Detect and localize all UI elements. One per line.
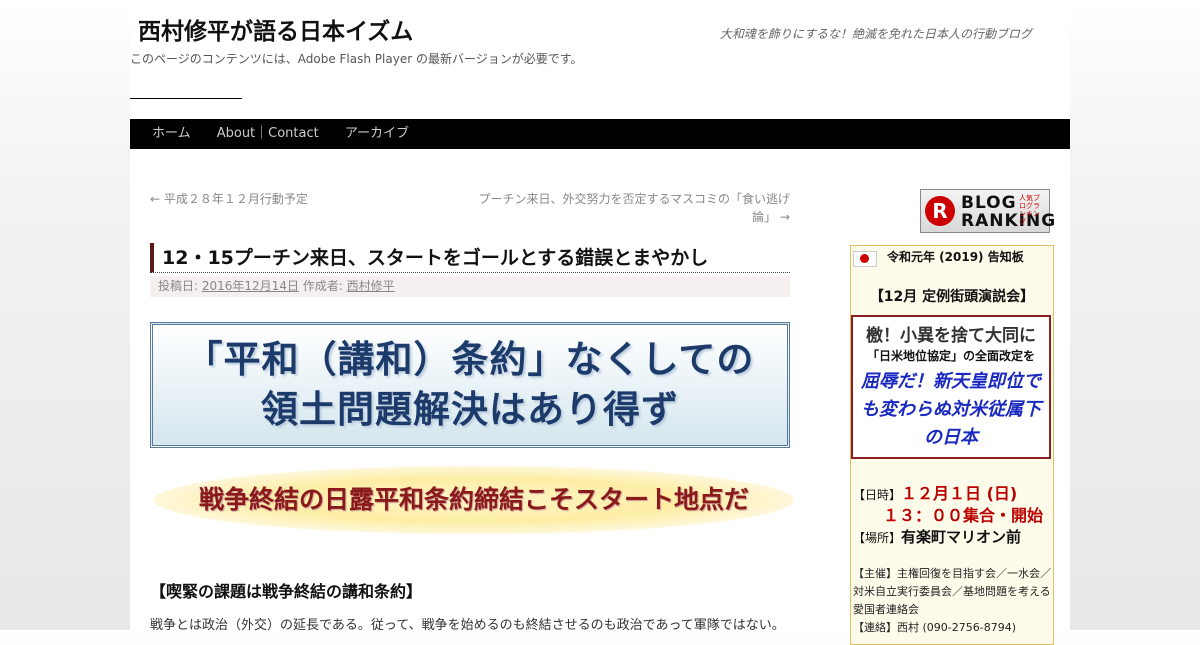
organizer-text: 【主催】主権回復を目指す会／一水会／対米自立実行委員会／基地問題を考える愛国者連… bbox=[853, 567, 1051, 616]
author-label: 作成者: bbox=[302, 279, 343, 293]
flash-player-notice: このページのコンテンツには、Adobe Flash Player の最新バージョ… bbox=[130, 52, 583, 66]
site-title[interactable]: 西村修平が語る日本イズム bbox=[138, 12, 413, 46]
ranking-logo-icon: R bbox=[925, 196, 955, 226]
slogan-line1: 檄！小異を捨て大同に bbox=[866, 326, 1036, 346]
prev-post-link[interactable]: ← 平成２８年１２月行動予定 bbox=[150, 190, 308, 207]
next-post-link[interactable]: プーチン来日、外交努力を否定するマスコミの「食い逃げ 論」 → bbox=[470, 190, 790, 226]
section-heading: 【喫緊の課題は戦争終結の講和条約】 bbox=[150, 582, 423, 601]
event-heading: 【12月 定例街頭演説会】 bbox=[869, 289, 1035, 305]
event-place-row: 【場所】有楽町マリオン前 bbox=[853, 526, 1021, 547]
nav-item-home[interactable]: ホーム bbox=[152, 119, 191, 148]
subheadline-banner: 戦争終結の日露平和条約締結こそスタート地点だ bbox=[154, 466, 794, 534]
contact-text: 【連絡】西村 (090-2756-8794) bbox=[853, 621, 1017, 634]
japan-flag-icon bbox=[853, 251, 877, 267]
event-time-row: １３：００集合・開始 bbox=[883, 502, 1043, 526]
header-divider bbox=[130, 98, 242, 99]
site-tagline: 大和魂を飾りにするな！絶滅を免れた日本人の行動ブログ bbox=[719, 27, 1032, 41]
notice-board-widget: 令和元年 (2019) 告知板 【12月 定例街頭演説会】 檄！小異を捨て大同に… bbox=[850, 245, 1054, 645]
headline-banner-line2: 領土問題解決はあり得ず bbox=[261, 388, 679, 431]
posted-label: 投稿日: bbox=[158, 279, 199, 293]
main-nav: ホーム About｜Contact アーカイブ bbox=[130, 119, 1070, 149]
slogan-line3: 屈辱だ！新天皇即位でも変わらぬ対米従属下の日本 bbox=[861, 371, 1041, 448]
post-meta: 投稿日: 2016年12月14日 作成者: 西村修平 bbox=[150, 276, 790, 297]
headline-banner-line1: 「平和（講和）条約」なくしての bbox=[185, 338, 755, 381]
nav-item-about-contact[interactable]: About｜Contact bbox=[217, 119, 319, 148]
blog-ranking-banner[interactable]: R BLOG RANKING 人気ブログランキング bbox=[920, 189, 1055, 233]
time-value: １３：００集合・開始 bbox=[883, 506, 1044, 525]
ranking-small-text: 人気ブログランキング bbox=[1019, 194, 1040, 226]
nav-item-archive[interactable]: アーカイブ bbox=[345, 119, 409, 148]
next-post-line2: 論」 → bbox=[752, 210, 790, 224]
event-organizer: 【主催】主権回復を目指す会／一水会／対米自立実行委員会／基地問題を考える愛国者連… bbox=[853, 565, 1053, 637]
event-date-row: 【日時】１２月１日 (日) bbox=[853, 480, 1017, 504]
next-post-line1: プーチン来日、外交努力を否定するマスコミの「食い逃げ bbox=[478, 192, 790, 206]
post-title: 12・15プーチン来日、スタートをゴールとする錯誤とまやかし bbox=[150, 243, 790, 273]
post-body-text: 戦争とは政治（外交）の延長である。従って、戦争を始めるのも終結させるのも政治であ… bbox=[150, 618, 785, 633]
page-wrapper: 西村修平が語る日本イズム 大和魂を飾りにするな！絶滅を免れた日本人の行動ブログ … bbox=[130, 0, 1070, 645]
place-label: 【場所】 bbox=[853, 531, 902, 545]
date-value: １２月１日 (日) bbox=[901, 484, 1018, 503]
date-label: 【日時】 bbox=[853, 488, 902, 502]
headline-banner: 「平和（講和）条約」なくしての 領土問題解決はあり得ず bbox=[150, 322, 790, 448]
event-slogan-box: 檄！小異を捨て大同に 「日米地位協定」の全面改定を 屈辱だ！新天皇即位でも変わら… bbox=[851, 315, 1051, 459]
post-date-link[interactable]: 2016年12月14日 bbox=[202, 279, 299, 293]
notice-board-title: 令和元年 (2019) 告知板 bbox=[887, 250, 1024, 264]
slogan-line2: 「日米地位協定」の全面改定を bbox=[866, 349, 1035, 363]
ranking-line1: BLOG bbox=[961, 193, 1017, 213]
post-author-link[interactable]: 西村修平 bbox=[347, 279, 395, 293]
place-value: 有楽町マリオン前 bbox=[901, 528, 1022, 546]
